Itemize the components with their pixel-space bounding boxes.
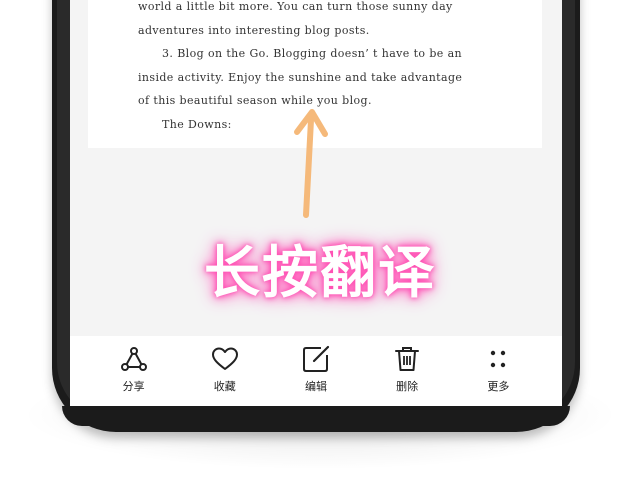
- delete-button[interactable]: 删除: [377, 344, 437, 394]
- heart-icon: [211, 347, 238, 370]
- more-button[interactable]: 更多: [468, 344, 528, 394]
- delete-label: 删除: [396, 380, 419, 393]
- document-line-4[interactable]: inside activity. Enjoy the sunshine and …: [138, 71, 462, 84]
- pointer-arrow-icon: [294, 109, 328, 218]
- edit-icon: [302, 345, 330, 372]
- bottom-toolbar: 分享 收藏 编辑 删除 更多: [70, 336, 562, 406]
- share-label: 分享: [122, 380, 145, 393]
- share-button[interactable]: 分享: [104, 344, 164, 394]
- overlay-title: 长按翻译: [204, 241, 436, 306]
- favorite-button[interactable]: 收藏: [195, 344, 255, 394]
- document-line-3[interactable]: 3. Blog on the Go. Blogging doesn’ t hav…: [162, 47, 462, 60]
- document-line-1[interactable]: world a little bit more. You can turn th…: [138, 0, 453, 13]
- more-label: 更多: [487, 380, 510, 393]
- document-line-6[interactable]: The Downs:: [162, 118, 232, 131]
- favorite-label: 收藏: [213, 380, 236, 393]
- trash-icon: [395, 347, 420, 371]
- edit-label: 编辑: [304, 380, 327, 393]
- document-line-2[interactable]: adventures into interesting blog posts.: [138, 24, 370, 37]
- more-dots-icon: [491, 350, 506, 368]
- phone-bottom-edge: [62, 406, 570, 426]
- edit-button[interactable]: 编辑: [286, 344, 346, 394]
- share-icon: [120, 347, 147, 371]
